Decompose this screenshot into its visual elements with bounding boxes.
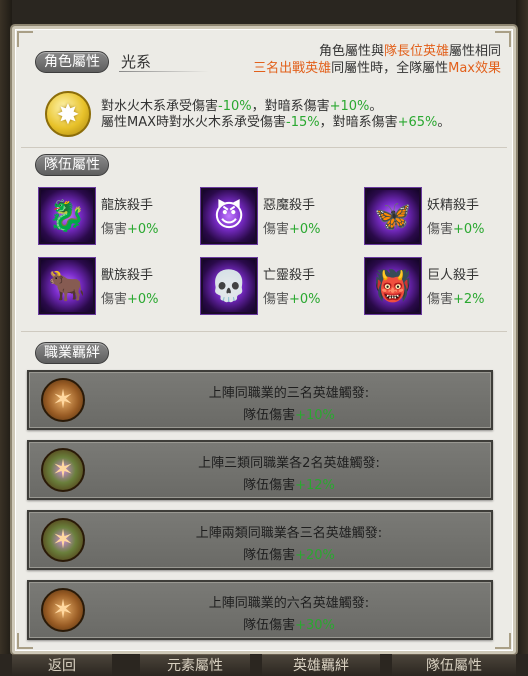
killer-damage: 傷害+0% xyxy=(101,292,159,307)
bond-row: ✶ 上陣兩類同職業各三名英雄觸發: 隊伍傷害+20% xyxy=(27,510,493,570)
role-attribute-tag: 角色屬性 xyxy=(35,51,109,73)
demon-icon: 😈 xyxy=(201,188,257,244)
undead-icon: 💀 xyxy=(201,258,257,314)
bond-multi-icon: ✶ xyxy=(41,518,85,562)
bond-title: 上陣三類同職業各2名英雄觸發: xyxy=(198,456,380,471)
beast-killer: 🐂 獸族殺手 傷害+0% xyxy=(39,258,189,316)
bond-row: ✶ 上陣同職業的六名英雄觸發: 隊伍傷害+30% xyxy=(27,580,493,640)
killer-damage: 傷害+0% xyxy=(263,222,321,237)
killer-name: 亡靈殺手 xyxy=(263,268,316,283)
demon-killer: 😈 惡魔殺手 傷害+0% xyxy=(201,188,351,246)
giant-killer: 👹 巨人殺手 傷害+2% xyxy=(365,258,515,316)
role-max-effect-line: 屬性MAX時對水火木系承受傷害-15%，對暗系傷害+65%。 xyxy=(101,115,451,130)
bond-row: ✶ 上陣三類同職業各2名英雄觸發: 隊伍傷害+12% xyxy=(27,440,493,500)
bond-effect: 隊伍傷害+10% xyxy=(243,408,335,423)
bond-multi-icon: ✶ xyxy=(41,448,85,492)
tab-hero-bond[interactable]: 英雄羈絆 xyxy=(262,654,380,676)
bottom-tab-bar: 返回 元素屬性 英雄羈絆 隊伍屬性 xyxy=(0,654,528,676)
killer-damage: 傷害+0% xyxy=(263,292,321,307)
bond-effect: 隊伍傷害+30% xyxy=(243,618,335,633)
bond-title: 上陣兩類同職業各三名英雄觸發: xyxy=(195,526,383,541)
dragon-icon: 🐉 xyxy=(39,188,95,244)
bond-title: 上陣同職業的六名英雄觸發: xyxy=(208,596,370,611)
bond-effect: 隊伍傷害+20% xyxy=(243,548,335,563)
team-attribute-tag: 隊伍屬性 xyxy=(35,154,109,176)
job-bond-tag: 職業羈絆 xyxy=(35,342,109,364)
bond-star-icon: ✶ xyxy=(41,588,85,632)
killer-name: 龍族殺手 xyxy=(101,198,154,213)
giant-icon: 👹 xyxy=(365,258,421,314)
undead-killer: 💀 亡靈殺手 傷害+0% xyxy=(201,258,351,316)
bond-row: ✶ 上陣同職業的三名英雄觸發: 隊伍傷害+10% xyxy=(27,370,493,430)
fairy-icon: 🦋 xyxy=(365,188,421,244)
killer-damage: 傷害+0% xyxy=(427,222,485,237)
light-element-icon: ✸ xyxy=(45,91,91,137)
killer-name: 巨人殺手 xyxy=(427,268,480,283)
tab-back[interactable]: 返回 xyxy=(12,654,112,676)
beast-icon: 🐂 xyxy=(39,258,95,314)
role-attribute-value: 光系 xyxy=(119,51,209,72)
bond-star-icon: ✶ xyxy=(41,378,85,422)
tab-team-attribute[interactable]: 隊伍屬性 xyxy=(392,654,516,676)
team-attribute-section: 隊伍屬性 🐉 龍族殺手 傷害+0% 😈 惡魔殺手 傷害+0% 🦋 妖精殺手 傷害… xyxy=(21,147,507,329)
attribute-panel: 角色屬性 光系 角色屬性與隊長位英雄屬性相同 三名出戰英雄同屬性時，全隊屬性Ma… xyxy=(12,26,516,654)
bond-effect: 隊伍傷害+12% xyxy=(243,478,335,493)
bond-title: 上陣同職業的三名英雄觸發: xyxy=(208,386,370,401)
job-bond-section: 職業羈絆 ✶ 上陣同職業的三名英雄觸發: 隊伍傷害+10% ✶ 上陣三類同職業各… xyxy=(21,331,507,649)
killer-name: 惡魔殺手 xyxy=(263,198,316,213)
background-right xyxy=(516,0,528,676)
dragon-killer: 🐉 龍族殺手 傷害+0% xyxy=(39,188,189,246)
killer-damage: 傷害+2% xyxy=(427,292,485,307)
killer-name: 妖精殺手 xyxy=(427,198,480,213)
role-attribute-note: 角色屬性與隊長位英雄屬性相同 三名出戰英雄同屬性時，全隊屬性Max效果 xyxy=(253,44,501,76)
fairy-killer: 🦋 妖精殺手 傷害+0% xyxy=(365,188,515,246)
tab-element-attribute[interactable]: 元素屬性 xyxy=(140,654,250,676)
killer-damage: 傷害+0% xyxy=(101,222,159,237)
role-attribute-section: 角色屬性 光系 角色屬性與隊長位英雄屬性相同 三名出戰英雄同屬性時，全隊屬性Ma… xyxy=(21,39,507,147)
background-left xyxy=(0,0,12,676)
killer-name: 獸族殺手 xyxy=(101,268,154,283)
